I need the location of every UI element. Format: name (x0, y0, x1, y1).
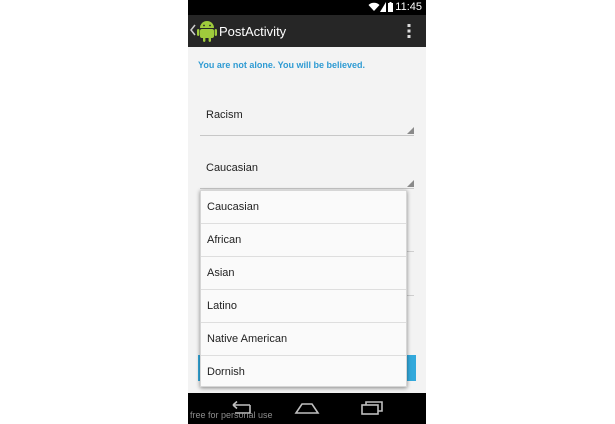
overflow-menu-icon[interactable] (407, 24, 411, 38)
home-icon[interactable] (294, 402, 320, 414)
category-spinner[interactable]: Racism (200, 97, 414, 136)
up-caret-icon[interactable] (190, 24, 196, 36)
signal-icon (380, 2, 386, 12)
ethnicity-spinner[interactable]: Caucasian (200, 150, 414, 189)
category-spinner-value: Racism (206, 109, 243, 121)
action-bar: PostActivity (188, 15, 426, 47)
app-title: PostActivity (219, 24, 287, 39)
watermark-text: free for personal use (190, 410, 273, 420)
recent-apps-icon[interactable] (361, 401, 383, 415)
phone-screen: 11:45 PostActivity You are not alone. Yo… (188, 0, 426, 424)
wifi-icon (368, 2, 380, 11)
tagline: You are not alone. You will be believed. (198, 60, 366, 70)
dropdown-option-latino[interactable]: Latino (201, 290, 406, 323)
dropdown-option-african[interactable]: African (201, 224, 406, 257)
navigation-bar: free for personal use (188, 393, 426, 424)
dropdown-option-native-american[interactable]: Native American (201, 323, 406, 356)
spinner-arrow-icon (407, 127, 414, 134)
status-bar: 11:45 (188, 0, 426, 15)
option-label: Caucasian (207, 201, 259, 213)
option-label: Latino (207, 300, 237, 312)
option-label: Dornish (207, 366, 245, 378)
ethnicity-dropdown-list: Caucasian African Asian Latino Native Am… (200, 190, 407, 387)
dropdown-option-asian[interactable]: Asian (201, 257, 406, 290)
spinner-arrow-icon (407, 180, 414, 187)
android-app-icon[interactable] (197, 20, 217, 42)
dropdown-option-dornish[interactable]: Dornish (201, 356, 406, 388)
ethnicity-spinner-value: Caucasian (206, 162, 258, 174)
status-time: 11:45 (395, 1, 422, 13)
dropdown-option-caucasian[interactable]: Caucasian (201, 191, 406, 224)
option-label: Asian (207, 267, 235, 279)
battery-icon (388, 2, 393, 12)
option-label: African (207, 234, 242, 246)
option-label: Native American (207, 333, 288, 345)
